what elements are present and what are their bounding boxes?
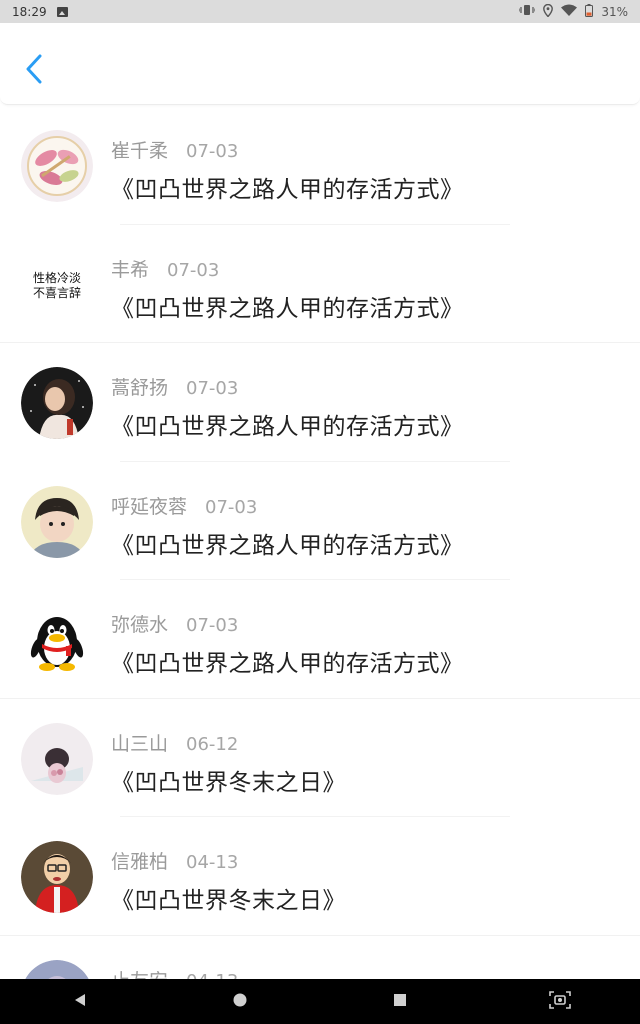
chevron-left-icon <box>25 54 43 88</box>
user-name: 蒿舒扬 <box>111 377 169 399</box>
comment-date: 07-03 <box>186 378 239 399</box>
user-name: 丰希 <box>111 258 150 281</box>
avatar-calligraphy: 性格冷淡 不喜言辞 <box>32 270 81 300</box>
back-triangle-icon <box>72 992 88 1012</box>
avatar[interactable] <box>21 367 93 439</box>
system-nav-bar <box>0 979 640 1024</box>
nav-home-button[interactable] <box>210 979 270 1024</box>
work-title[interactable]: 《凹凸世界冬末之日》 <box>111 881 346 915</box>
list-item[interactable]: 性格冷淡 不喜言辞 丰希 07-03 《凹凸世界之路人甲的存活方式》 <box>0 225 640 343</box>
nav-recents-button[interactable] <box>370 979 430 1024</box>
comment-date: 07-03 <box>186 141 239 162</box>
avatar[interactable] <box>21 722 93 795</box>
list-item[interactable]: 崔千柔 07-03 《凹凸世界之路人甲的存活方式》 <box>0 106 640 225</box>
wifi-icon <box>561 4 578 19</box>
battery-percent: 31% <box>601 4 628 19</box>
comment-date: 04-13 <box>186 852 239 873</box>
work-title[interactable]: 《凹凸世界之路人甲的存活方式》 <box>111 407 464 441</box>
user-name: 信雅柏 <box>111 851 169 873</box>
back-button[interactable] <box>18 51 50 91</box>
avatar[interactable] <box>21 841 93 913</box>
avatar[interactable] <box>21 130 93 202</box>
user-name: 崔千柔 <box>111 140 169 162</box>
list-item[interactable]: 信雅柏 04-13 《凹凸世界冬末之日》 <box>0 817 640 936</box>
comment-list: 崔千柔 07-03 《凹凸世界之路人甲的存活方式》 性格冷淡 不喜言辞 丰希 07… <box>0 106 640 979</box>
comment-date: 04-13 <box>186 971 238 980</box>
work-title[interactable]: 《凹凸世界之路人甲的存活方式》 <box>111 644 464 678</box>
nav-back-button[interactable] <box>50 979 110 1024</box>
avatar[interactable] <box>21 485 93 558</box>
user-name: 呼延夜蓉 <box>111 495 188 518</box>
image-icon <box>56 6 68 17</box>
work-title[interactable]: 《凹凸世界之路人甲的存活方式》 <box>111 526 464 560</box>
work-title[interactable]: 《凹凸世界之路人甲的存活方式》 <box>111 170 464 204</box>
list-item[interactable]: 蒿舒扬 07-03 《凹凸世界之路人甲的存活方式》 <box>0 343 640 462</box>
top-app-bar <box>0 23 640 105</box>
nav-screenshot-button[interactable] <box>530 979 590 1024</box>
work-title[interactable]: 《凹凸世界之路人甲的存活方式》 <box>111 289 464 323</box>
avatar[interactable]: 性格冷淡 不喜言辞 <box>21 248 93 321</box>
recents-square-icon <box>392 992 408 1012</box>
user-name: 止友安 <box>111 966 168 980</box>
comment-date: 07-03 <box>205 496 258 518</box>
avatar[interactable] <box>21 604 93 676</box>
avatar[interactable] <box>21 959 93 979</box>
battery-icon <box>585 3 594 20</box>
user-name: 山三山 <box>111 732 169 755</box>
list-item[interactable]: 山三山 06-12 《凹凸世界冬末之日》 <box>0 699 640 817</box>
work-title[interactable]: 《凹凸世界冬末之日》 <box>111 763 346 797</box>
home-circle-icon <box>232 992 248 1012</box>
list-item[interactable]: 呼延夜蓉 07-03 《凹凸世界之路人甲的存活方式》 <box>0 462 640 580</box>
comment-date: 06-12 <box>186 733 239 755</box>
comment-date: 07-03 <box>167 259 220 281</box>
list-item[interactable]: 弥德水 07-03 《凹凸世界之路人甲的存活方式》 <box>0 580 640 699</box>
comment-date: 07-03 <box>186 615 239 636</box>
status-time: 18:29 <box>12 4 47 19</box>
screenshot-icon <box>549 990 571 1013</box>
location-icon <box>543 3 554 20</box>
list-item[interactable]: 止友安 04-13 <box>0 936 640 980</box>
status-bar: 18:29 31% <box>0 0 640 23</box>
vibrate-icon <box>518 4 536 19</box>
user-name: 弥德水 <box>111 614 169 636</box>
